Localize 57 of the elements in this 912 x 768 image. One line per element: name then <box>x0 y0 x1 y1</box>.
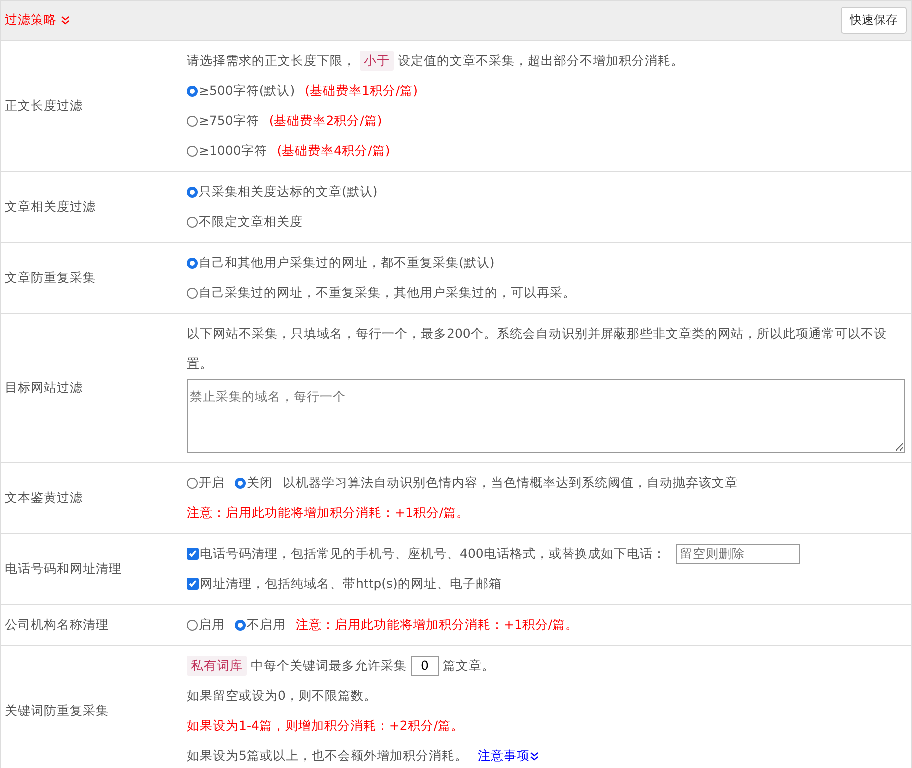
radio-button[interactable] <box>187 116 198 126</box>
notice-text: 如果设为1-4篇，则增加积分消耗：+2积分/篇。 <box>187 717 464 735</box>
radio-button[interactable] <box>235 478 246 488</box>
description-text: 如果留空或设为0，则不限篇数。 <box>187 687 377 705</box>
keyword-tag: 私有词库 <box>187 656 247 676</box>
option-label[interactable]: 启用 <box>199 610 225 640</box>
option-label[interactable]: 关闭 <box>247 468 273 498</box>
description-text: 以机器学习算法自动识别色情内容，当色情概率达到系统阈值，自动抛弃该文章 <box>283 474 738 492</box>
notice-text: (基础费率2积分/篇) <box>269 112 382 130</box>
option-label[interactable]: 自己和其他用户采集过的网址，都不重复采集(默认) <box>199 248 495 278</box>
notice-text: 注意：启用此功能将增加积分消耗：+1积分/篇。 <box>187 504 470 522</box>
row-label: 文章防重复采集 <box>5 270 96 286</box>
description-text: 如果设为5篇或以上，也不会额外增加积分消耗。 <box>187 747 468 765</box>
option-label[interactable]: 不启用 <box>247 610 286 640</box>
radio-button[interactable] <box>235 620 246 630</box>
row-label: 关键词防重复采集 <box>5 702 109 720</box>
phone-input-field[interactable]: 留空则删除 <box>676 544 800 564</box>
row-label: 电话号码和网址清理 <box>5 560 122 578</box>
radio-button[interactable] <box>187 186 198 198</box>
radio-button[interactable] <box>187 86 198 96</box>
option-label[interactable]: ≥1000字符 <box>199 136 268 166</box>
notice-text: (基础费率4积分/篇) <box>277 142 390 160</box>
keyword-tag: 小于 <box>360 51 394 71</box>
radio-button[interactable] <box>187 258 198 268</box>
option-label[interactable]: ≥750字符 <box>199 106 260 136</box>
row-label: 文本鉴黄过滤 <box>5 490 83 506</box>
description-text: 中每个关键词最多允许采集 <box>251 657 407 675</box>
option-label[interactable]: 开启 <box>199 468 225 498</box>
radio-button[interactable] <box>187 288 198 298</box>
domain-textarea[interactable]: 禁止采集的域名，每行一个 <box>187 379 905 453</box>
checkbox[interactable] <box>187 548 199 560</box>
radio-button[interactable] <box>187 216 198 228</box>
description-text: 篇文章。 <box>443 657 495 675</box>
option-label[interactable]: ≥500字符(默认) <box>199 76 296 106</box>
option-label[interactable]: 电话号码清理，包括常见的手机号、座机号、400电话格式，或替换成如下电话： <box>200 539 666 569</box>
radio-button[interactable] <box>187 146 198 156</box>
notice-text: (基础费率1积分/篇) <box>305 82 418 100</box>
radio-button[interactable] <box>187 478 198 488</box>
description-text: 以下网站不采集，只填域名，每行一个，最多200个。系统会自动识别并屏蔽那些非文章类的网站，所以此项通常可以不设置。 <box>187 325 888 373</box>
option-label[interactable]: 只采集相关度达标的文章(默认) <box>199 177 378 207</box>
checkbox[interactable] <box>187 578 199 590</box>
option-label[interactable]: 网址清理，包括纯域名、带http(s)的网址、电子邮箱 <box>200 569 502 599</box>
notes-link[interactable]: 注意事项 <box>478 741 539 768</box>
description-text: 设定值的文章不采集，超出部分不增加积分消耗。 <box>398 52 684 70</box>
option-label[interactable]: 不限定文章相关度 <box>199 207 303 237</box>
quick-save-button[interactable]: 快速保存 <box>841 7 907 34</box>
row-label: 公司机构名称清理 <box>5 616 109 634</box>
row-label: 目标网站过滤 <box>5 380 83 396</box>
double-chevron-down-icon <box>61 16 70 25</box>
option-label[interactable]: 自己采集过的网址，不重复采集，其他用户采集过的，可以再采。 <box>199 278 576 308</box>
double-chevron-down-icon <box>530 752 539 760</box>
description-text: 请选择需求的正文长度下限， <box>187 52 356 70</box>
radio-button[interactable] <box>187 620 198 630</box>
count-input-field[interactable]: 0 <box>411 656 439 676</box>
row-label: 文章相关度过滤 <box>5 198 96 216</box>
notice-text: 注意：启用此功能将增加积分消耗：+1积分/篇。 <box>296 616 579 634</box>
row-label: 正文长度过滤 <box>5 98 83 114</box>
